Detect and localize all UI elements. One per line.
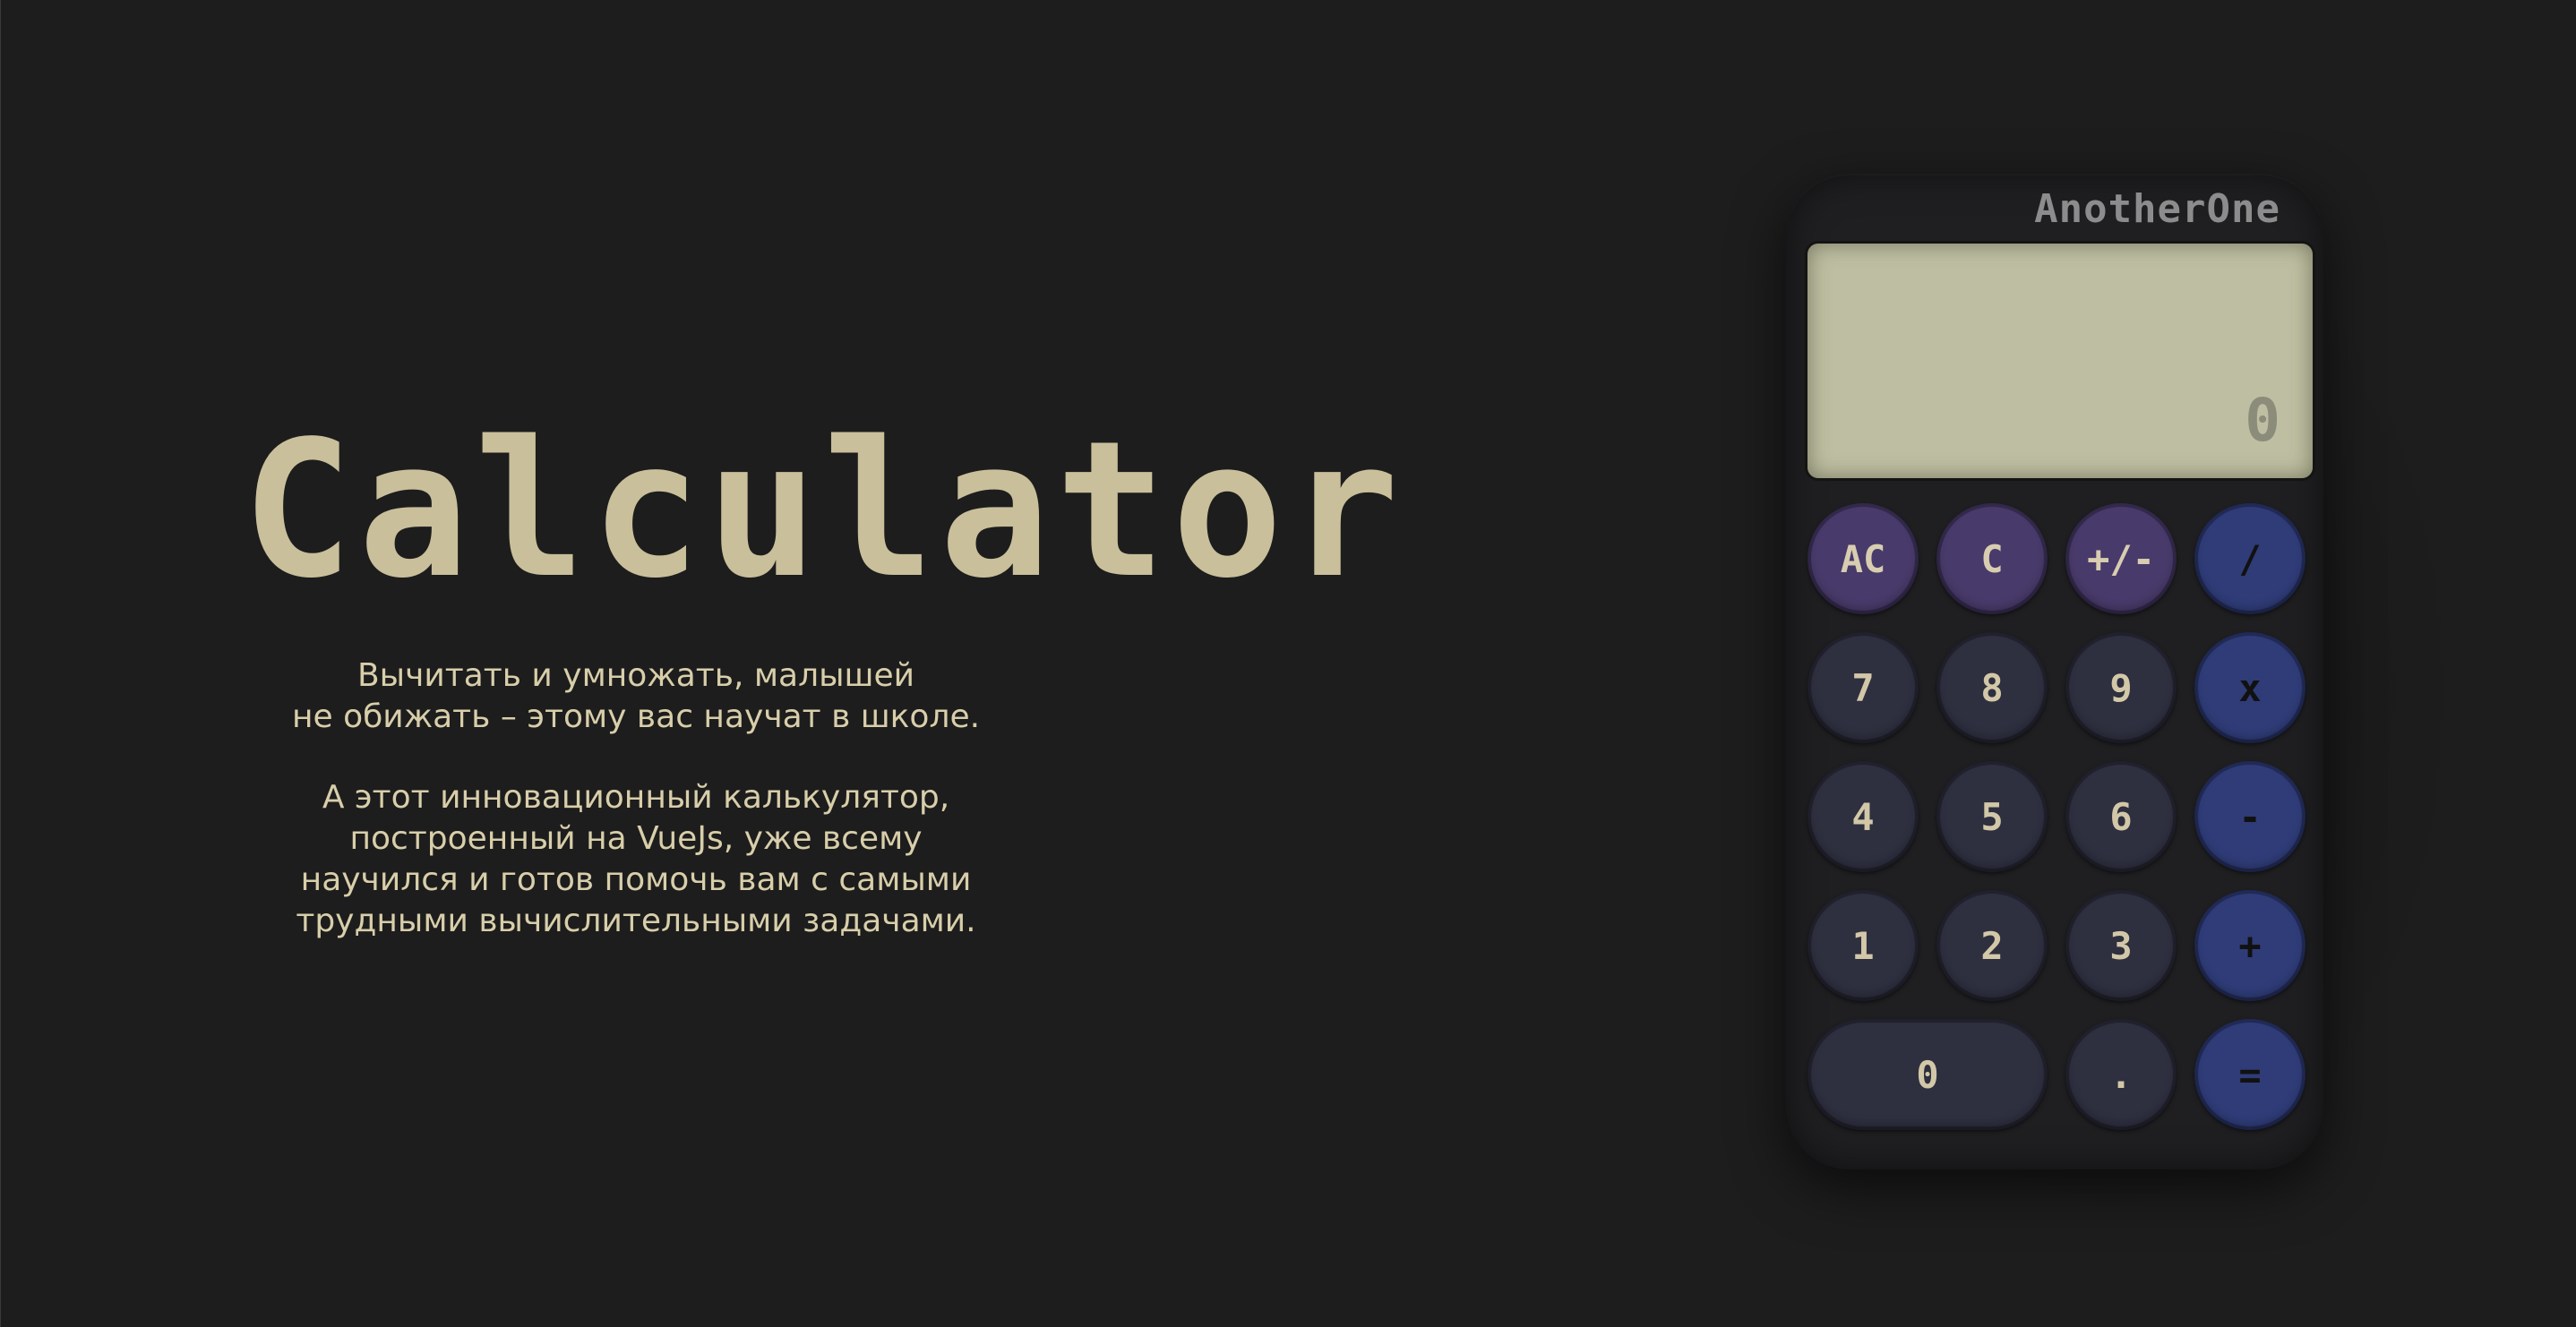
digit-0-button[interactable]: 0 xyxy=(1807,1019,2048,1130)
multiply-button[interactable]: x xyxy=(2194,632,2306,743)
intro-paragraph-1: Вычитать и умножать, малышей не обижать … xyxy=(291,657,981,735)
digit-3-button[interactable]: 3 xyxy=(2065,890,2177,1001)
digit-1-button[interactable]: 1 xyxy=(1807,890,1919,1001)
equals-button[interactable]: = xyxy=(2194,1019,2306,1130)
digit-2-button[interactable]: 2 xyxy=(1936,890,2048,1001)
calculator-display: 0 xyxy=(1807,244,2313,478)
all-clear-button[interactable]: AC xyxy=(1807,503,1919,614)
subtract-button[interactable]: - xyxy=(2194,761,2306,872)
digit-8-button[interactable]: 8 xyxy=(1936,632,2048,743)
clear-button[interactable]: C xyxy=(1936,503,2048,614)
calculator: AnotherOne 0 AC C +/-/ 7 8 9 x 4 5 6- 1 2 3 +0. = xyxy=(1786,174,2323,1169)
decimal-point-button[interactable]: . xyxy=(2065,1019,2177,1130)
display-value: 0 xyxy=(2245,386,2280,455)
digit-4-button[interactable]: 4 xyxy=(1807,761,1919,872)
intro-description: Вычитать и умножать, малышей не обижать … xyxy=(242,655,1030,942)
digit-9-button[interactable]: 9 xyxy=(2065,632,2177,743)
intro-section: Calculator Вычитать и умножать, малышей … xyxy=(242,400,1404,981)
digit-7-button[interactable]: 7 xyxy=(1807,632,1919,743)
intro-paragraph-2: А этот инновационный калькулятор, постро… xyxy=(296,779,976,939)
calculator-brand: AnotherOne xyxy=(2034,186,2280,232)
toggle-sign-button[interactable]: +/- xyxy=(2065,503,2177,614)
digit-6-button[interactable]: 6 xyxy=(2065,761,2177,872)
page-title: Calculator xyxy=(242,400,1404,620)
divide-button[interactable]: / xyxy=(2194,503,2306,614)
digit-5-button[interactable]: 5 xyxy=(1936,761,2048,872)
add-button[interactable]: + xyxy=(2194,890,2306,1001)
